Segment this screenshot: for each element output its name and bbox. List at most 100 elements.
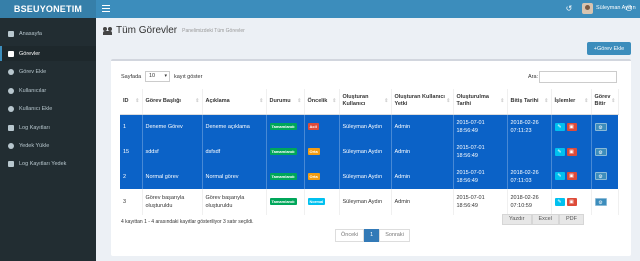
top-navbar: ↺ Süleyman Aydın ⏻ xyxy=(96,0,640,18)
trash-icon[interactable]: ▣ xyxy=(566,147,577,156)
app-logo[interactable]: BSEUYONETIM xyxy=(0,0,96,18)
prev-page-button[interactable]: Önceki xyxy=(335,229,365,242)
cell-user: Süleyman Aydın xyxy=(339,140,392,164)
priority-badge: Normal xyxy=(307,198,326,205)
sidebar-item-yedek-yukle[interactable]: Yedek Yükle xyxy=(0,138,96,153)
col-header-user[interactable]: Oluşturan Kullanıcı ⇕ xyxy=(339,89,392,115)
search-input[interactable] xyxy=(539,71,617,83)
plus-circle-icon xyxy=(8,68,14,75)
cell-title: sddsf xyxy=(142,140,203,164)
gear-icon[interactable]: ⚙ xyxy=(594,197,607,206)
pdf-button[interactable]: PDF xyxy=(558,214,584,225)
sidebar-item-label: Kullanıcı Ekle xyxy=(19,105,53,112)
tasks-icon xyxy=(8,50,14,57)
plus-circle-icon xyxy=(8,105,14,112)
edit-icon[interactable]: ✎ xyxy=(554,172,565,181)
cell-created: 2015-07-01 18:56:49 xyxy=(453,140,508,164)
cell-user: Süleyman Aydın xyxy=(339,189,392,215)
priority-badge: Orta xyxy=(307,148,320,155)
menu-icon[interactable] xyxy=(102,5,110,13)
cell-id: 15 xyxy=(120,140,143,164)
table-row[interactable]: 1 Deneme Görev Deneme açıklama Tamamland… xyxy=(120,114,619,140)
page-title: Tüm Görevler xyxy=(116,25,178,36)
priority-badge: Acil xyxy=(307,123,319,131)
cell-title: Deneme Görev xyxy=(142,114,203,140)
col-header-status[interactable]: Durumu ⇕ xyxy=(266,89,305,115)
status-badge: Tamamlandı xyxy=(269,198,297,205)
cell-end: 2018-02-26 07:11:23 xyxy=(507,114,552,140)
users-icon xyxy=(8,87,14,94)
sidebar-item-label: Kullanıcılar xyxy=(19,87,47,94)
tasks-table: ID ⇕ Görev Başlığı ⇕ Açıklama ⇕ Durumu ⇕ Önc… xyxy=(120,89,619,215)
col-header-desc[interactable]: Açıklama ⇕ xyxy=(202,89,267,115)
sidebar-item-label: Log Kayıtları xyxy=(19,124,50,131)
upload-icon xyxy=(8,142,14,149)
table-row[interactable]: 3 Görev başarıyla oluşturuldu Görev başa… xyxy=(120,189,619,215)
sidebar-item-log-kayitlari[interactable]: Log Kayıtları xyxy=(0,120,96,135)
status-badge: Tamamlandı xyxy=(269,123,297,131)
avatar[interactable] xyxy=(582,3,593,14)
col-header-id[interactable]: ID ⇕ xyxy=(120,89,143,115)
cell-end xyxy=(507,140,552,164)
col-header-priority[interactable]: Öncelik ⇕ xyxy=(304,89,340,115)
power-icon[interactable]: ⏻ xyxy=(624,4,634,14)
add-task-button[interactable]: +Görev Ekle xyxy=(587,42,631,55)
trash-icon[interactable]: ▣ xyxy=(566,172,577,181)
page-header: Tüm Görevler Panelimizdeki Tüm Görevler xyxy=(103,25,245,36)
page-length-select[interactable]: 10 xyxy=(145,71,170,82)
page-subtitle: Panelimizdeki Tüm Görevler xyxy=(182,27,245,34)
cell-role: Admin xyxy=(391,114,454,140)
length-suffix: kayıt göster xyxy=(174,74,203,80)
print-button[interactable]: Yazdır xyxy=(502,214,532,225)
edit-icon[interactable]: ✎ xyxy=(554,197,565,206)
history-icon[interactable]: ↺ xyxy=(564,4,574,14)
sidebar-item-kullanicilar[interactable]: Kullanıcılar xyxy=(0,83,96,98)
cell-role: Admin xyxy=(391,164,454,189)
col-header-role[interactable]: Oluşturan Kullanıcı Yetki ⇕ xyxy=(391,89,454,115)
excel-button[interactable]: Excel xyxy=(531,214,559,225)
col-header-end[interactable]: Bitiş Tarihi ⇕ xyxy=(507,89,552,115)
sidebar-item-gorevler[interactable]: Görevler xyxy=(0,46,96,61)
trash-icon[interactable]: ▣ xyxy=(566,197,577,206)
sidebar-item-label: Yedek Yükle xyxy=(19,142,50,149)
length-label: Sayfada xyxy=(121,74,142,80)
table-row[interactable]: 15 sddsf dsfsdf Tamamlandı Orta Süleyman… xyxy=(120,140,619,164)
table-info: 4 kayıttan 1 - 4 arasındaki kayıtlar gös… xyxy=(121,219,254,225)
gear-icon[interactable]: ⚙ xyxy=(594,123,607,132)
search-label: Ara: xyxy=(528,74,539,80)
col-header-finish[interactable]: Görev Bitir ⇕ xyxy=(591,89,619,115)
edit-icon[interactable]: ✎ xyxy=(554,123,565,132)
sidebar-item-gorev-ekle[interactable]: Görev Ekle xyxy=(0,64,96,79)
status-badge: Tamamlandı xyxy=(269,172,297,180)
next-page-button[interactable]: Sonraki xyxy=(379,229,410,242)
cell-desc: dsfsdf xyxy=(202,140,267,164)
col-header-title[interactable]: Görev Başlığı ⇕ xyxy=(142,89,203,115)
sidebar: Anasayfa Görevler Görev Ekle Kullanıcıla… xyxy=(0,18,96,261)
priority-badge: Orta xyxy=(307,172,320,180)
cell-created: 2015-07-01 18:56:49 xyxy=(453,189,508,215)
cell-created: 2015-07-01 18:56:49 xyxy=(453,164,508,189)
cell-id: 1 xyxy=(120,114,143,140)
cell-end: 2018-02-26 07:11:03 xyxy=(507,164,552,189)
cell-title: Normal görev xyxy=(142,164,203,189)
cell-created: 2015-07-01 18:56:49 xyxy=(453,114,508,140)
cell-desc: Görev başarıyla oluşturuldu xyxy=(202,189,267,215)
edit-icon[interactable]: ✎ xyxy=(554,147,565,156)
gear-icon[interactable]: ⚙ xyxy=(594,147,607,156)
sidebar-item-label: Log Kayıtları Yedek xyxy=(19,160,67,167)
gear-icon[interactable]: ⚙ xyxy=(594,172,607,181)
col-header-created[interactable]: Oluşturulma Tarihi ⇕ xyxy=(453,89,508,115)
col-header-actions[interactable]: İşlemler ⇕ xyxy=(551,89,592,115)
users-icon xyxy=(103,26,113,35)
trash-icon[interactable]: ▣ xyxy=(566,123,577,132)
sidebar-item-anasayfa[interactable]: Anasayfa xyxy=(0,26,96,41)
cell-id: 2 xyxy=(120,164,143,189)
page-1-button[interactable]: 1 xyxy=(364,229,380,242)
cell-role: Admin xyxy=(391,189,454,215)
sidebar-item-kullanici-ekle[interactable]: Kullanıcı Ekle xyxy=(0,101,96,116)
cell-role: Admin xyxy=(391,140,454,164)
table-row[interactable]: 2 Normal görev Normal görev Tamamlandı O… xyxy=(120,164,619,189)
sidebar-item-log-kayitlari-yedek[interactable]: Log Kayıtları Yedek xyxy=(0,156,96,171)
cell-user: Süleyman Aydın xyxy=(339,114,392,140)
status-badge: Tamamlandı xyxy=(269,148,297,155)
